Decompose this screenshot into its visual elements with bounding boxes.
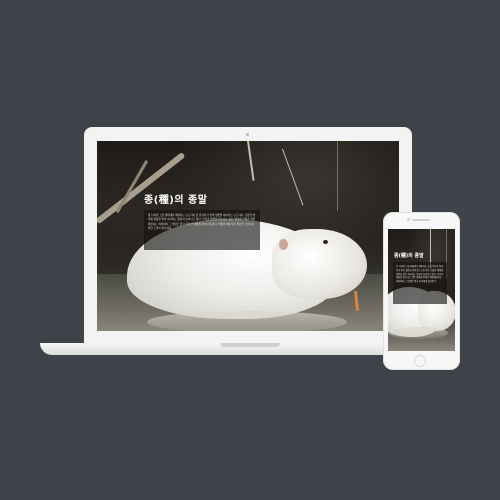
laptop-camera (246, 133, 249, 136)
root (337, 141, 338, 211)
laptop-screen: 종(種)의 종말 종 나라의 고유 생태계가 꽤파되는 뉴트리아 한 유전자가 … (97, 141, 399, 331)
headline: 종(種)의 종말 (394, 253, 424, 259)
body-text: 종 나라의 고유 생태계가 꽤파되는 뉴트리아 한 유전자가 받아 생존을 이어… (396, 265, 444, 284)
home-button[interactable] (414, 355, 426, 367)
laptop-notch (220, 343, 280, 347)
text-box: 종 나라의 고유 생태계가 꽤파되는 뉴트리아 한 유전자가 받아 생존을 이어… (393, 262, 447, 304)
laptop-device: 종(種)의 종말 종 나라의 고유 생태계가 꽤파되는 뉴트리아 한 유전자가 … (84, 127, 412, 343)
phone-camera (407, 218, 410, 221)
phone-device: 종(種)의 종말 종 나라의 고유 생태계가 꽤파되는 뉴트리아 한 유전자가 … (383, 212, 460, 370)
body-text: 종 나라의 고유 생태계가 꽤파되는 뉴트리아 한 유전자가 받아 생존을 이어… (148, 214, 255, 231)
nutria-ear (279, 239, 288, 250)
phone-speaker (412, 219, 430, 221)
nutria-reflection (388, 327, 448, 339)
root (282, 148, 304, 206)
headline: 종(種)의 종말 (144, 195, 208, 206)
text-box: 종 나라의 고유 생태계가 꽤파되는 뉴트리아 한 유전자가 받아 생존을 이어… (144, 210, 260, 250)
root (247, 141, 255, 181)
nutria-reflection (147, 311, 347, 331)
phone-screen: 종(種)의 종말 종 나라의 고유 생태계가 꽤파되는 뉴트리아 한 유전자가 … (388, 229, 455, 351)
nutria-eye (323, 240, 328, 244)
